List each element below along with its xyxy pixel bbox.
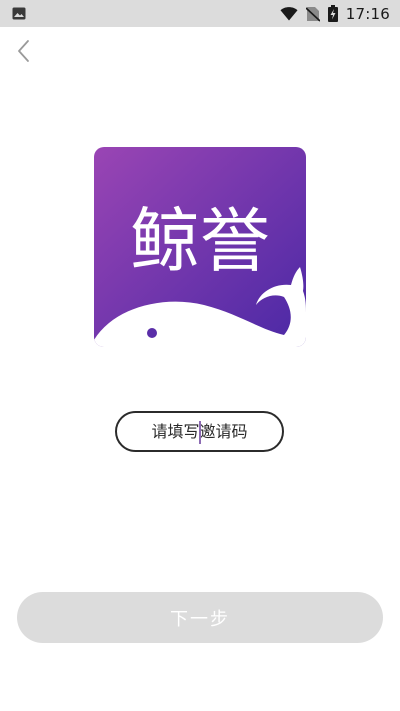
wifi-icon [280,6,298,21]
app-logo: 鲸誉 [94,147,306,347]
invite-code-field[interactable] [115,411,284,452]
image-icon [12,7,26,20]
status-time: 17:16 [345,4,390,23]
screen: 17:16 鲸誉 请填写邀请码 下一步 [0,0,400,711]
text-cursor [199,421,201,444]
status-left [12,7,26,20]
battery-charging-icon [327,5,338,22]
no-sim-icon [305,6,320,22]
status-bar: 17:16 [0,0,400,27]
back-button[interactable] [12,40,34,66]
next-button-label: 下一步 [170,608,230,630]
status-right: 17:16 [280,5,390,23]
logo-text: 鲸誉 [130,200,270,282]
chevron-left-icon [16,39,30,67]
next-button[interactable]: 下一步 [17,592,383,643]
